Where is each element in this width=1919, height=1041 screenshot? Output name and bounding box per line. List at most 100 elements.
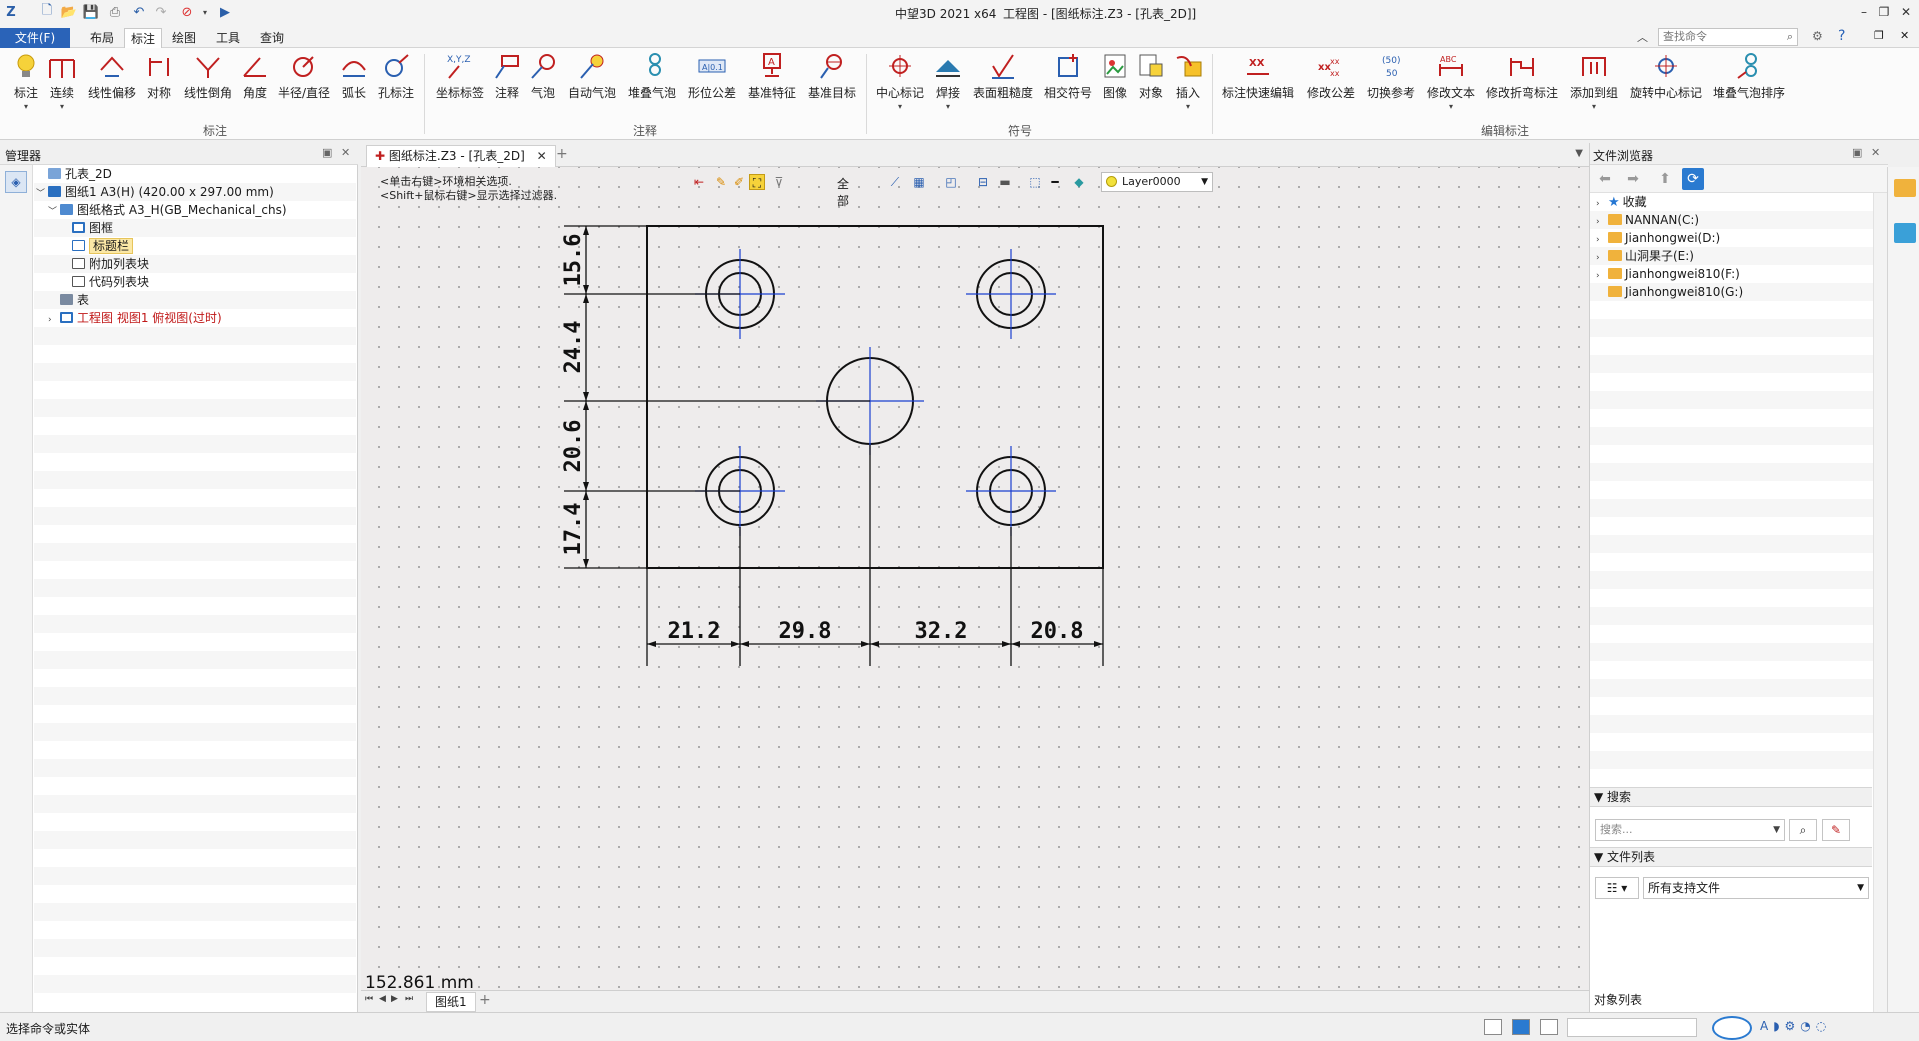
datum-target-button[interactable]: 基准目标 <box>804 52 860 101</box>
file-node-drive-f[interactable]: › Jianhongwei810(F:) <box>1596 265 1740 283</box>
rotate-center-mark-button[interactable]: 旋转中心标记 <box>1628 52 1704 101</box>
panel-float-icon[interactable]: ▣ <box>1852 146 1862 159</box>
continuous-button[interactable]: 连续 ▾ <box>44 52 80 111</box>
note-button[interactable]: 注释 <box>492 52 522 101</box>
panel-close-icon[interactable]: ✕ <box>341 146 350 159</box>
tree-node-table[interactable]: 表 <box>48 291 89 309</box>
add-tab-icon[interactable]: + <box>556 146 568 162</box>
sheet-tab[interactable]: 图纸1 <box>426 992 476 1012</box>
coordinate-label-button[interactable]: X,Y,Z 坐标标签 <box>432 52 488 101</box>
symmetric-button[interactable]: 对称 <box>144 52 174 101</box>
drawing-canvas[interactable]: <单击右键>环境相关选项. <Shift+鼠标右键>显示选择过滤器. ⇤ ✎ ✐… <box>361 167 1589 1012</box>
dim-horizontal-1[interactable]: 21.2 <box>668 619 721 644</box>
search-icon[interactable]: ⌕ <box>1787 29 1793 45</box>
weld-button[interactable]: 焊接 ▾ <box>932 52 964 111</box>
angle-button[interactable]: 角度 <box>240 52 270 101</box>
menu-annotate[interactable]: 标注 <box>124 28 163 48</box>
tree-node-code-list[interactable]: 代码列表块 <box>60 273 149 291</box>
close-doc-icon[interactable]: ✕ <box>1900 29 1909 42</box>
tray-icons[interactable]: A◗⚙◔◌ <box>1760 1019 1831 1033</box>
file-node-favorites[interactable]: › ★ 收藏 <box>1596 193 1647 211</box>
drawing-manager-icon[interactable]: ◈ <box>5 171 27 193</box>
intersection-symbol-button[interactable]: 相交符号 <box>1042 52 1094 101</box>
tree-node-view[interactable]: › 工程图 视图1 俯视图(过时) <box>48 309 222 327</box>
radius-diameter-button[interactable]: 半径/直径 <box>276 52 332 101</box>
print-icon[interactable]: ⎙ <box>106 3 124 21</box>
first-sheet-icon[interactable]: ⏮ <box>365 994 373 1004</box>
save-icon[interactable]: 💾 <box>82 3 100 21</box>
view-mode-dropdown[interactable]: ☷ ▾ <box>1595 877 1639 899</box>
collapse-ribbon-icon[interactable]: ︿ <box>1637 29 1648 45</box>
library-tab-icon[interactable] <box>1894 223 1916 243</box>
linear-offset-button[interactable]: 线性偏移 <box>84 52 140 101</box>
last-sheet-icon[interactable]: ⏭ <box>405 994 413 1004</box>
tree-node-sheet[interactable]: ﹀ 图纸1 A3(H) (420.00 x 297.00 mm) <box>36 183 274 201</box>
redo-icon[interactable]: ↷ <box>152 3 170 21</box>
arc-length-button[interactable]: 弧长 <box>338 52 370 101</box>
hole-dimension-button[interactable]: 孔标注 <box>376 52 416 101</box>
center-mark-button[interactable]: 中心标记 ▾ <box>874 52 926 111</box>
modify-tolerance-button[interactable]: xx xx xx 修改公差 <box>1304 52 1358 101</box>
menu-draw[interactable]: 绘图 <box>166 28 202 48</box>
auto-balloon-button[interactable]: 自动气泡 <box>564 52 620 101</box>
layout-toggle-icon[interactable] <box>1540 1019 1558 1035</box>
dim-horizontal-4[interactable]: 20.8 <box>1031 619 1084 644</box>
file-browser-scrollbar[interactable] <box>1873 193 1887 1013</box>
menu-layout[interactable]: 布局 <box>84 28 120 48</box>
prev-sheet-icon[interactable]: ◀ <box>379 994 386 1004</box>
stacked-balloon-sort-button[interactable]: 堆叠气泡排序 <box>1710 52 1788 101</box>
add-sheet-icon[interactable]: + <box>479 992 491 1008</box>
surface-roughness-button[interactable]: 表面粗糙度 <box>970 52 1036 101</box>
file-node-drive-c[interactable]: › NANNAN(C:) <box>1596 211 1699 229</box>
modify-text-button[interactable]: ABC 修改文本 ▾ <box>1424 52 1478 111</box>
file-type-filter[interactable]: 所有支持文件 ▼ <box>1643 877 1869 899</box>
undo-icon[interactable]: ↶ <box>130 3 148 21</box>
dim-vertical-2[interactable]: 24.4 <box>561 321 586 374</box>
insert-button[interactable]: 插入 ▾ <box>1172 52 1204 111</box>
stacked-balloon-button[interactable]: 堆叠气泡 <box>624 52 680 101</box>
file-node-drive-e[interactable]: › 山洞果子(E:) <box>1596 247 1694 265</box>
dim-horizontal-2[interactable]: 29.8 <box>779 619 832 644</box>
assistant-avatar-icon[interactable] <box>1712 1016 1752 1040</box>
file-node-drive-d[interactable]: › Jianhongwei(D:) <box>1596 229 1720 247</box>
close-icon[interactable]: ✕ <box>1897 3 1915 21</box>
minimize-icon[interactable]: – <box>1855 3 1873 21</box>
datum-feature-button[interactable]: A 基准特征 <box>744 52 800 101</box>
geometric-tolerance-button[interactable]: A|0.1 形位公差 <box>684 52 740 101</box>
stop-icon[interactable]: ⊘ <box>178 3 196 21</box>
panel-float-icon[interactable]: ▣ <box>322 146 332 159</box>
clear-search-button[interactable]: ✎ <box>1822 819 1850 841</box>
tree-node-additional-list[interactable]: 附加列表块 <box>60 255 149 273</box>
menu-tools[interactable]: 工具 <box>210 28 246 48</box>
menu-query[interactable]: 查询 <box>254 28 290 48</box>
run-icon[interactable]: ▶ <box>216 3 234 21</box>
float-window-icon[interactable]: ❐ <box>1874 29 1884 42</box>
filelist-section-header[interactable]: ▼ 文件列表 <box>1590 847 1872 867</box>
quickaccess-dropdown-icon[interactable]: ▾ <box>196 3 214 21</box>
grid-toggle-icon[interactable] <box>1484 1019 1502 1035</box>
display-toggle-icon[interactable] <box>1512 1019 1530 1035</box>
panel-close-icon[interactable]: ✕ <box>1871 146 1880 159</box>
help-icon[interactable]: ? <box>1838 28 1845 44</box>
dim-vertical-4[interactable]: 17.4 <box>561 503 586 556</box>
quick-edit-dimension-button[interactable]: XX 标注快速编辑 <box>1218 52 1298 101</box>
file-search-button[interactable]: ⌕ <box>1789 819 1817 841</box>
file-browser-tab-icon[interactable] <box>1894 179 1916 197</box>
back-icon[interactable]: ⬅ <box>1594 168 1616 190</box>
file-search-input[interactable]: 搜索... ▼ <box>1595 819 1785 841</box>
add-to-group-button[interactable]: 添加到组 ▾ <box>1566 52 1622 111</box>
balloon-button[interactable]: 气泡 <box>528 52 558 101</box>
forward-icon[interactable]: ➡ <box>1622 168 1644 190</box>
modify-bend-dimension-button[interactable]: 修改折弯标注 <box>1484 52 1560 101</box>
dimension-button[interactable]: 标注 ▾ <box>6 52 46 111</box>
new-file-icon[interactable]: 🗋 <box>38 3 56 21</box>
command-search-input[interactable]: 查找命令 ⌕ <box>1658 28 1798 46</box>
tree-node-sheet-format[interactable]: ﹀ 图纸格式 A3_H(GB_Mechanical_chs) <box>48 201 287 219</box>
tree-node-title-block[interactable]: 标题栏 <box>60 237 134 255</box>
dim-vertical-3[interactable]: 20.6 <box>561 420 586 473</box>
dim-horizontal-3[interactable]: 32.2 <box>915 619 968 644</box>
dim-vertical-1[interactable]: 15.6 <box>561 234 586 287</box>
status-command-input[interactable] <box>1567 1018 1697 1037</box>
file-menu[interactable]: 文件(F) <box>0 28 70 48</box>
switch-reference-button[interactable]: (50) 50 切换参考 <box>1364 52 1418 101</box>
